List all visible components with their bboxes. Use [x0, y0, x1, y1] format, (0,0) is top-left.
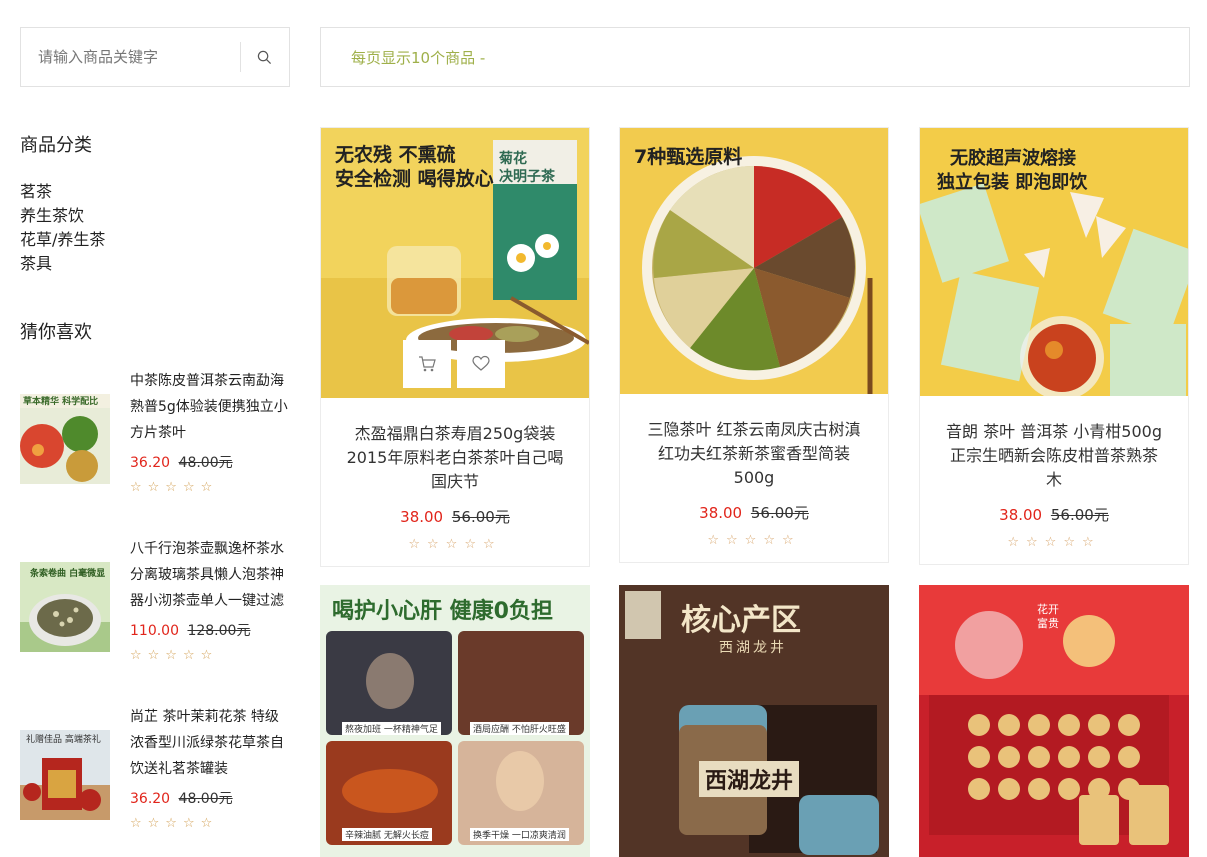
recommend-name[interactable]: 中茶陈皮普洱茶云南勐海熟普5g体验装便携独立小方片茶叶: [130, 368, 290, 446]
product-image-text: 7种甄选原料: [634, 146, 743, 168]
product-image-text: 独立包装 即泡即饮: [937, 172, 1088, 193]
current-price: 36.20: [130, 791, 171, 807]
recommend-thumbnail-text: 礼赠佳品 高端茶礼: [26, 735, 101, 745]
search-button[interactable]: [241, 28, 289, 86]
rating-stars: ☆☆☆☆☆: [408, 537, 502, 552]
image-caption: 酒局应酬 不怕肝火旺盛: [470, 722, 569, 735]
product-image-text: 富贵: [1037, 617, 1059, 630]
recommend-thumbnail[interactable]: 条索卷曲 白毫微显: [20, 562, 110, 652]
product-image-text: 决明子茶: [499, 169, 555, 185]
product-card[interactable]: 无胶超声波熔接 独立包装 即泡即饮 音朗 茶叶 普洱茶 小青柑500g 正宗生晒…: [919, 127, 1189, 565]
current-price: 36.20: [130, 455, 171, 471]
heart-icon: [472, 355, 490, 371]
product-card[interactable]: 喝护小心肝 健康0负担 熬夜加班 一杯精神气足 酒局应酬 不怕肝火旺盛 辛辣油腻…: [320, 585, 590, 857]
category-item[interactable]: 茗茶: [20, 180, 105, 204]
recommend-thumbnail[interactable]: 礼赠佳品 高端茶礼: [20, 730, 110, 820]
product-name[interactable]: 杰盈福鼎白茶寿眉250g袋装2015年原料老白茶茶叶自己喝国庆节: [345, 422, 565, 494]
category-item[interactable]: 花草/养生茶: [20, 228, 105, 252]
recommend-price-row: 36.20 48.00元: [130, 788, 290, 808]
category-item[interactable]: 茶具: [20, 252, 105, 276]
image-caption: 熬夜加班 一杯精神气足: [342, 722, 441, 735]
product-card[interactable]: 花开 富贵: [919, 585, 1189, 857]
rating-stars: ☆☆☆☆☆: [130, 480, 219, 495]
product-image[interactable]: 花开 富贵: [919, 585, 1189, 857]
original-price: 48.00元: [178, 791, 233, 807]
product-hover-actions: [403, 340, 505, 388]
category-item[interactable]: 养生茶饮: [20, 204, 105, 228]
categories-title: 商品分类: [20, 135, 92, 156]
original-price: 56.00元: [1050, 506, 1109, 524]
add-to-cart-button[interactable]: [403, 340, 451, 388]
product-image[interactable]: 喝护小心肝 健康0负担 熬夜加班 一杯精神气足 酒局应酬 不怕肝火旺盛 辛辣油腻…: [320, 585, 590, 857]
product-image-text: 无胶超声波熔接: [950, 148, 1076, 169]
product-price-row: 38.00 56.00元: [920, 504, 1188, 525]
rating-stars: ☆☆☆☆☆: [707, 533, 801, 548]
current-price: 110.00: [130, 623, 179, 639]
recommend-name[interactable]: 尚芷 茶叶茉莉花茶 特级浓香型川派绿茶花草茶自饮送礼茗茶罐装: [130, 704, 290, 782]
recommend-thumbnail-text: 条索卷曲 白毫微显: [30, 569, 106, 579]
product-image[interactable]: 7种甄选原料: [620, 128, 888, 394]
original-price: 48.00元: [178, 455, 233, 471]
current-price: 38.00: [699, 504, 743, 522]
recommend-price-row: 110.00 128.00元: [130, 620, 290, 640]
image-caption: 辛辣油腻 无解火长痘: [342, 828, 432, 841]
category-list: 茗茶 养生茶饮 花草/养生茶 茶具: [20, 180, 105, 276]
product-image-text: 喝护小心肝 健康0负担: [332, 599, 553, 624]
original-price: 128.00元: [187, 623, 251, 639]
current-price: 38.00: [400, 508, 444, 526]
product-name[interactable]: 音朗 茶叶 普洱茶 小青柑500g 正宗生晒新会陈皮柑普茶熟茶木: [944, 420, 1164, 492]
original-price: 56.00元: [451, 508, 510, 526]
product-price-row: 38.00 56.00元: [321, 506, 589, 527]
original-price: 56.00元: [750, 504, 809, 522]
product-image-text: 西湖龙井: [719, 640, 787, 656]
product-card[interactable]: 无农残 不熏硫 安全检测 喝得放心 菊花 决明子茶 杰盈福鼎白茶寿眉250g袋装…: [320, 127, 590, 567]
page-size-toolbar: 每页显示10个商品 -: [320, 27, 1190, 87]
product-card[interactable]: 核心产区 西湖龙井 西湖龙井: [619, 585, 889, 857]
per-page-label[interactable]: 每页显示10个商品 -: [351, 47, 485, 68]
recommend-price-row: 36.20 48.00元: [130, 452, 290, 472]
recommend-thumbnail-text: 草本精华 科学配比: [23, 397, 99, 407]
product-image-text: 核心产区: [681, 603, 801, 638]
current-price: 38.00: [999, 506, 1043, 524]
recommend-thumbnail[interactable]: 草本精华 科学配比: [20, 394, 110, 484]
wishlist-button[interactable]: [457, 340, 505, 388]
rating-stars: ☆☆☆☆☆: [130, 816, 219, 831]
search-box: [20, 27, 290, 87]
rating-stars: ☆☆☆☆☆: [130, 648, 219, 663]
product-image-text: 无农残 不熏硫: [335, 144, 456, 166]
product-image-text: 安全检测 喝得放心: [335, 168, 494, 190]
recommend-name[interactable]: 八千行泡茶壶飘逸杯茶水分离玻璃茶具懒人泡茶神器小沏茶壶单人一键过滤: [130, 536, 290, 614]
recommend-title: 猜你喜欢: [20, 322, 92, 343]
search-icon: [258, 50, 272, 64]
product-image[interactable]: 无农残 不熏硫 安全检测 喝得放心 菊花 决明子茶: [321, 128, 589, 398]
product-card[interactable]: 7种甄选原料 三隐茶叶 红茶云南凤庆古树滇红功夫红茶新茶蜜香型简装500g 38…: [619, 127, 889, 563]
product-image-text: 菊花: [499, 151, 527, 167]
product-image[interactable]: 核心产区 西湖龙井 西湖龙井: [619, 585, 889, 857]
product-name[interactable]: 三隐茶叶 红茶云南凤庆古树滇红功夫红茶新茶蜜香型简装500g: [644, 418, 864, 490]
product-image[interactable]: 无胶超声波熔接 独立包装 即泡即饮: [920, 128, 1188, 396]
product-price-row: 38.00 56.00元: [620, 502, 888, 523]
cart-icon: [419, 356, 436, 372]
image-caption: 换季干燥 一口凉爽清润: [470, 828, 569, 841]
rating-stars: ☆☆☆☆☆: [1007, 535, 1101, 550]
product-image-text: 西湖龙井: [699, 761, 800, 797]
search-input[interactable]: [36, 41, 234, 73]
